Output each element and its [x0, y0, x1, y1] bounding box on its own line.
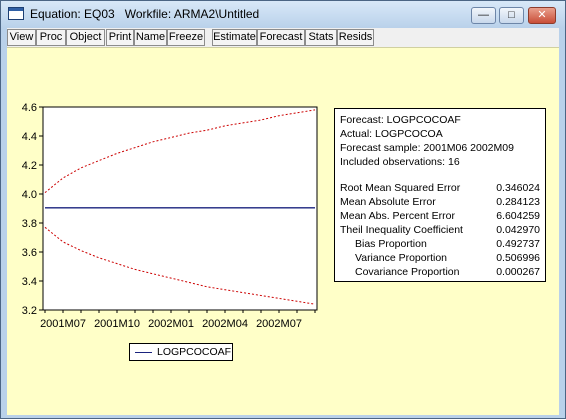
stats-row-value: 0.284123 — [496, 196, 540, 208]
stats-row-label: Mean Absolute Error — [340, 196, 436, 208]
toolbar: View Proc Object Print Name Freeze Estim… — [7, 28, 559, 47]
maximize-button[interactable]: □ — [499, 7, 524, 24]
stats-row-bias: Bias Proportion 0.492737 — [340, 238, 540, 251]
object-button[interactable]: Object — [66, 29, 105, 46]
minimize-button[interactable]: — — [471, 7, 496, 24]
name-button[interactable]: Name — [134, 29, 167, 46]
stats-row-value: 0.000267 — [496, 266, 540, 278]
maximize-icon: □ — [508, 9, 515, 21]
stats-row-value: 0.042970 — [496, 224, 540, 236]
proc-button[interactable]: Proc — [36, 29, 66, 46]
stats-row-label: Bias Proportion — [355, 238, 427, 250]
equation-window: Equation: EQ03 Workfile: ARMA2\Untitled … — [0, 0, 566, 419]
stats-button[interactable]: Stats — [305, 29, 337, 46]
title-bar[interactable]: Equation: EQ03 Workfile: ARMA2\Untitled … — [1, 1, 565, 28]
stats-row-variance: Variance Proportion 0.506996 — [340, 252, 540, 265]
stats-row-mape: Mean Abs. Percent Error 6.604259 — [340, 210, 540, 223]
print-button[interactable]: Print — [106, 29, 134, 46]
stats-row-label: Root Mean Squared Error — [340, 182, 461, 194]
forecast-button[interactable]: Forecast — [257, 29, 305, 46]
stats-sample-line: Forecast sample: 2001M06 2002M09 — [340, 142, 514, 154]
minimize-icon: — — [478, 9, 489, 21]
stats-row-value: 0.506996 — [496, 252, 540, 264]
stats-row-label: Mean Abs. Percent Error — [340, 210, 455, 222]
forecast-stats-box: Forecast: LOGPCOCOAF Actual: LOGPCOCOA F… — [334, 108, 546, 282]
legend-swatch — [135, 352, 152, 353]
stats-row-value: 0.346024 — [496, 182, 540, 194]
resids-button[interactable]: Resids — [337, 29, 374, 46]
stats-actual-line: Actual: LOGPCOCOA — [340, 128, 443, 140]
stats-observations-line: Included observations: 16 — [340, 156, 460, 168]
stats-row-label: Theil Inequality Coefficient — [340, 224, 463, 236]
stats-row-value: 0.492737 — [496, 238, 540, 250]
stats-row-value: 6.604259 — [496, 210, 540, 222]
window-title: Equation: EQ03 Workfile: ARMA2\Untitled — [30, 7, 260, 21]
chart-legend: LOGPCOCOAF — [129, 343, 233, 361]
stats-forecast-line: Forecast: LOGPCOCOAF — [340, 114, 461, 126]
freeze-button[interactable]: Freeze — [167, 29, 205, 46]
stats-row-mae: Mean Absolute Error 0.284123 — [340, 196, 540, 209]
close-button[interactable]: ✕ — [528, 7, 556, 24]
view-button[interactable]: View — [7, 29, 36, 46]
stats-row-covariance: Covariance Proportion 0.000267 — [340, 266, 540, 279]
stats-row-label: Variance Proportion — [355, 252, 448, 264]
stats-row-label: Covariance Proportion — [355, 266, 460, 278]
stats-row-theil: Theil Inequality Coefficient 0.042970 — [340, 224, 540, 237]
window-icon — [8, 7, 24, 20]
close-icon: ✕ — [537, 9, 547, 21]
legend-label: LOGPCOCOAF — [157, 346, 232, 358]
stats-row-rmse: Root Mean Squared Error 0.346024 — [340, 182, 540, 195]
estimate-button[interactable]: Estimate — [212, 29, 257, 46]
